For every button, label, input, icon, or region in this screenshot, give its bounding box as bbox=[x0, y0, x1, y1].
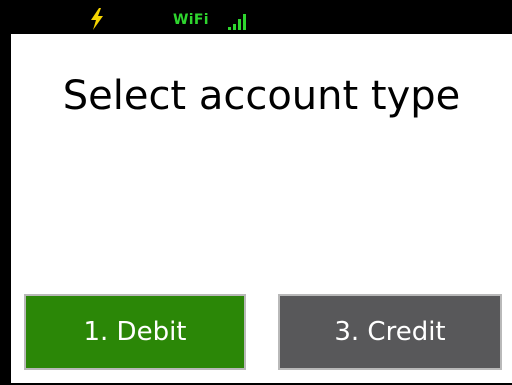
debit-button[interactable]: 1. Debit bbox=[24, 294, 246, 370]
credit-button[interactable]: 3. Credit bbox=[278, 294, 502, 370]
status-bar: WiFi bbox=[0, 0, 512, 34]
prompt-title: Select account type bbox=[62, 73, 461, 119]
screen-frame-left bbox=[0, 0, 11, 385]
lightning-bolt-icon bbox=[91, 8, 103, 30]
signal-bars-icon bbox=[228, 14, 246, 30]
terminal-screen: WiFi Select account type 1. Debit 3. Cre… bbox=[0, 0, 512, 385]
wifi-label: WiFi bbox=[173, 12, 209, 28]
